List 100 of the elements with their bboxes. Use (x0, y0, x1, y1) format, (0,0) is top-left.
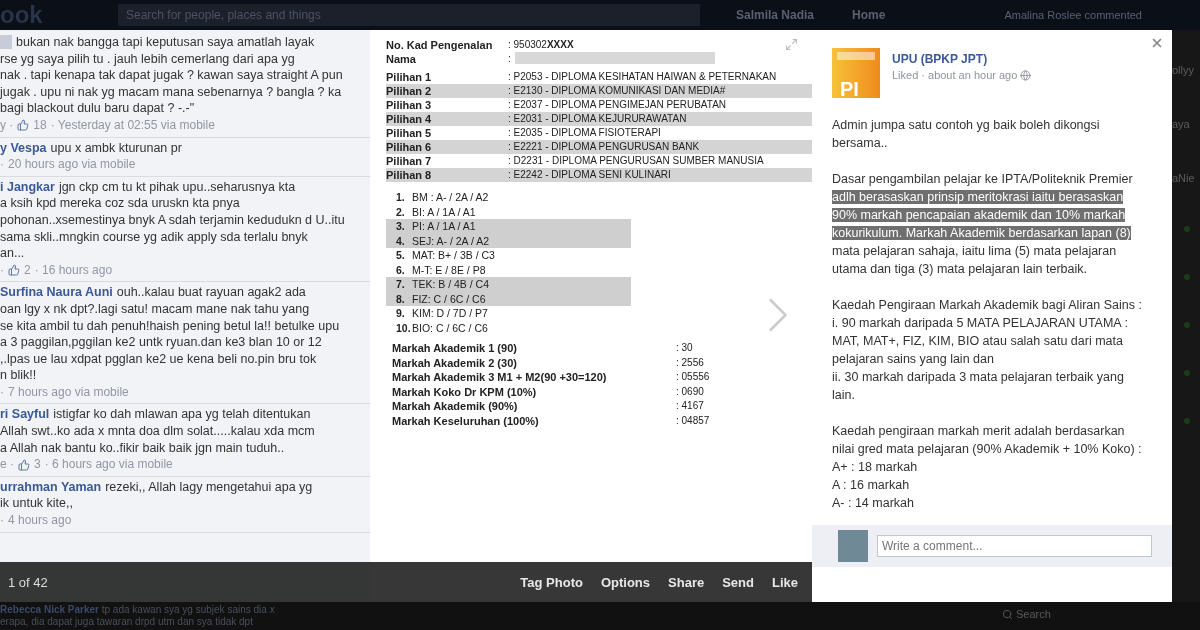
comment-text: istigfar ko dah mlawan apa yg telah ditentukan (53, 406, 311, 424)
photo-action-link[interactable]: Options (600, 574, 651, 590)
comment-text: Rebecca Nick Parker tp ada kawan sya yg subjek sains dia x (0, 604, 276, 616)
page-name[interactable]: UPU (BPKP JPT) (892, 52, 1032, 66)
comment-text: bukan nak bangga tapi keputusan saya amatlah layak (16, 34, 315, 51)
meta-text: · (0, 383, 4, 401)
comment-text: n blik!! (0, 367, 37, 384)
comment-time: · 6 hours ago via mobile (44, 456, 173, 473)
comment-text: an... (0, 245, 25, 262)
choice-row-text: Pilihan 7 : D2231 - DIPLOMA PENGURUSAN SUMBER MANUSIA (386, 154, 765, 168)
online-dot-icon (1184, 322, 1190, 328)
comment-text: rezeki,, Allah lagy mengetahui apa yg (105, 478, 313, 496)
mark-label: Markah Akademik (90%) (392, 399, 519, 414)
globe-icon (1020, 69, 1032, 81)
comment-text: pohonan..xsemestinya bnyk A sdah terjamin kedudukn d U..itu (0, 211, 345, 229)
search-icon[interactable] (1002, 608, 1013, 620)
commenter-name[interactable]: ri Sayful (0, 406, 50, 424)
meta-text: e · (0, 456, 14, 473)
field-label: No. Kad Pengenalan (386, 38, 494, 52)
online-dot-icon (1184, 274, 1190, 280)
photo-action-link[interactable]: Like (772, 574, 798, 590)
comment-time: 4 hours ago (8, 512, 72, 529)
photo-counter: 1 of 42 (8, 574, 48, 590)
comment-text: a Allah nak bantu ko..fikir baik baik jgn main tuduh.. (0, 439, 285, 457)
mark-label: Markah Keseluruhan (100%) (392, 413, 540, 428)
choice-row-text: Pilihan 3 : E2037 - DIPLOMA PENGIMEJAN PERUBATAN (386, 98, 728, 112)
close-icon[interactable] (1150, 36, 1164, 50)
choice-row: Pilihan 2 : E2130 - DIPLOMA KOMUNIKASI DAN MEDIA# (386, 84, 812, 98)
choice-row: Pilihan 6 : E2221 - DIPLOMA PENGURUSAN BANK (386, 140, 812, 154)
online-dot-icon (1184, 226, 1190, 232)
commenter-name[interactable]: Surfina Naura Auni (0, 284, 113, 301)
comment-text: nak . tapi kenapa tak dapat jugak ? kawan saya straight A pun (0, 67, 343, 84)
mark-label: Markah Akademik 1 (90) (392, 341, 518, 356)
subject-row-text: 5. MAT: B+ / 3B / C3 (395, 248, 496, 263)
mark-value: : 05556 (676, 370, 710, 384)
field-value: : (508, 52, 511, 66)
photo-action-link[interactable]: Send (722, 574, 754, 590)
subject-row-text: 10.BIO: C / 6C / C6 (395, 320, 489, 335)
comment-time: 20 hours ago via mobile (8, 156, 136, 173)
comment-time: 7 hours ago via mobile (8, 383, 129, 401)
comment-text: bagi blackout dulu baru dapat ? -.-" (0, 100, 195, 117)
mark-value: : 30 (676, 341, 693, 355)
subject-row: 3. PI: A / 1A / A1 (386, 219, 631, 234)
mark-value: : 0690 (676, 384, 704, 399)
thumbs-up-icon (18, 458, 30, 471)
choice-row-text: Pilihan 1 : P2053 - DIPLOMA KESIHATAN HAIWAN & PETERNAKAN (386, 70, 778, 84)
post-text: A : 16 markah (832, 477, 911, 494)
liked-status[interactable]: Liked (892, 69, 919, 81)
subject-row-text: 6. M-T: E / 8E / P8 (395, 262, 487, 277)
mark-value: : 4167 (676, 399, 704, 413)
comment-text: jgn ckp cm tu kt pihak upu..seharusnya kta (58, 178, 296, 196)
comment-text: rse yg saya pilih tu . jauh lebih cemerlang dari apa yg (0, 50, 295, 68)
choice-row: Pilihan 8 : E2242 - DIPLOMA SENI KULINARI (386, 168, 812, 182)
photo-action-link[interactable]: Share (668, 574, 705, 590)
comment-text: a 3 paggilan,pggilan ke2 untk ryuan.dan ke3 blan 10 or 12 (0, 334, 322, 351)
commenter-name[interactable]: urrahman Yaman (0, 478, 102, 496)
comment-text: a ksih kpd mereka coz sda uruskn kta pnya (0, 195, 240, 212)
post-text: Kaedah Pengiraan Markah Akademik bagi Aliran Sains : (832, 297, 1143, 314)
field-value: : 950302XXXX (508, 38, 574, 52)
comment-text: Allah swt..ko ada x mnta doa dlm solat.....kalau xda mcm (0, 423, 315, 440)
choice-row-text: Pilihan 5 : E2035 - DIPLOMA FISIOTERAPI (386, 126, 662, 140)
meta-text: · (0, 261, 4, 279)
meta-text: · (0, 156, 4, 173)
choice-row: Pilihan 4 : E2031 - DIPLOMA KEJURURAWATAN (386, 112, 812, 126)
comment-time: · 16 hours ago (34, 261, 113, 279)
post-text: Dasar pengambilan pelajar ke IPTA/Politeknik Premier adlh berasaskan prinsip meritokrasi iaitu berasaskan 90% markah pencapaian akademik dan 10% markah kokurikulum. Markah Akademik berdasarkan lapan (8) mata pelajaran sahaja, iaitu lima (5) mata pelajaran utama dan tiga (3) mata pelajaran lain terbaik. (832, 171, 1134, 278)
comment-input[interactable]: Write a comment... (877, 535, 1152, 557)
mark-value: : 2556 (676, 355, 704, 370)
avatar-placeholder (838, 530, 868, 562)
meta-text: y · (0, 116, 14, 134)
commenter-name[interactable]: i Jangkar (0, 178, 55, 196)
comment-text: oan lgy x nk dpt?.lagi satu! macam mane nak tahu yang (0, 300, 310, 318)
comment-text: jugak . upu ni nak yg macam mana sebenarnya ? bangla ? ka (0, 83, 342, 101)
ticker-text: Amalina Roslee commented (1004, 9, 1142, 21)
online-dot-icon (1184, 370, 1190, 376)
expand-icon[interactable] (785, 38, 798, 51)
comment-text: upu x ambk kturunan pr (50, 139, 182, 157)
commenter-name[interactable]: y Vespa (0, 139, 47, 157)
post-text: ii. 30 markah daripada 3 mata pelajaran terbaik yang lain. (832, 369, 1125, 404)
subject-row-text: 9. KIM: D / 7D / P7 (395, 306, 489, 321)
photo-action-link[interactable]: Tag Photo (520, 574, 583, 590)
comment-text: ik untuk kite,, (0, 495, 73, 513)
subject-row-text: 2. BI: A / 1A / A1 (395, 204, 477, 219)
subject-row: 7. TEK: B / 4B / C4 (386, 277, 631, 292)
post-text: Admin jumpa satu contoh yg baik boleh dikongsi bersama.. (832, 117, 1101, 152)
post-time[interactable]: · about an hour ago (921, 69, 1018, 81)
like-count: 3 (34, 456, 41, 473)
post-text: A+ : 18 markah (832, 459, 919, 476)
comment-text: se kita ambil tu dah penuh!haish pening betul la!! betulke upu (0, 317, 340, 335)
like-count: 18 (33, 116, 47, 134)
comment-time: · Yesterday at 02:55 via mobile (50, 116, 215, 134)
comment-text: sama skli..mngkin course yg adik apply sda terlalu bnyk (0, 228, 308, 246)
meta-text: · (0, 512, 4, 529)
mark-value: : 04857 (676, 413, 710, 428)
comment-text: erapa, dia dapat juga tawaran drpd utm dan sya tidak dpt (0, 616, 254, 628)
mark-label: Markah Koko Dr KPM (10%) (392, 384, 538, 399)
like-count: 2 (24, 261, 31, 279)
post-text: Kaedah pengiraan markah merit adalah berdasarkan nilai gred mata pelajaran (90% Akademik + 10% Koko) : (832, 423, 1143, 458)
thumbs-up-icon (17, 119, 30, 132)
comment-text: ,.lpas ue lau xdpat pgglan ke2 ue kena beli no.pin bru tok (0, 350, 317, 368)
